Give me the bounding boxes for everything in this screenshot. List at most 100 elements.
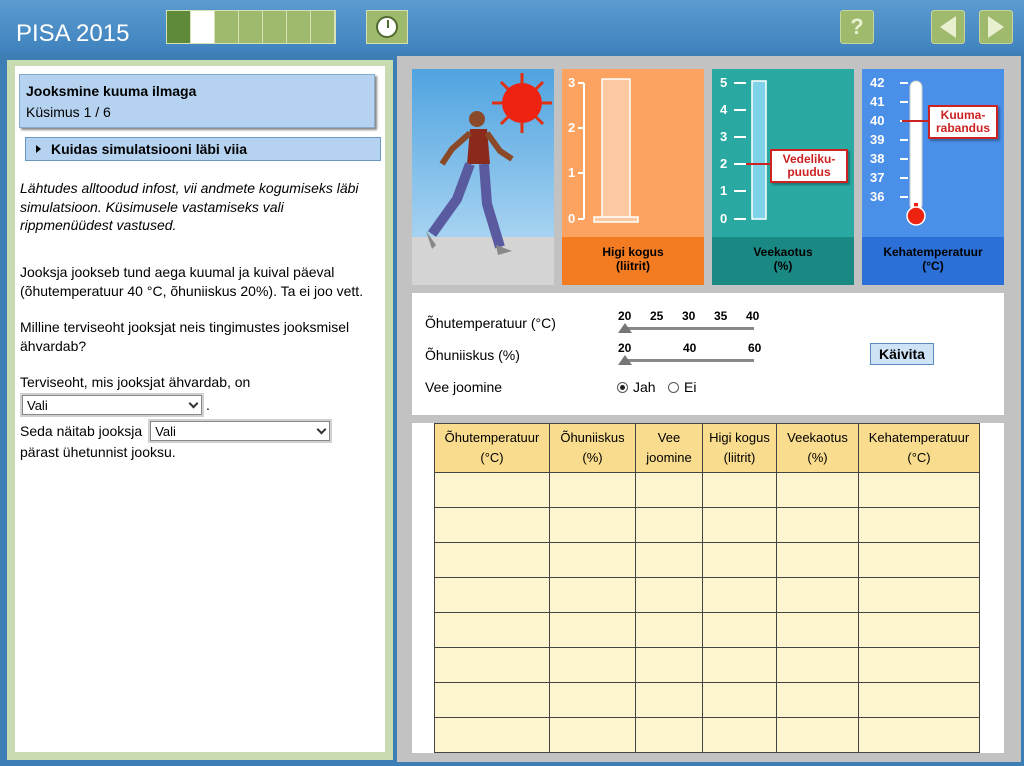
humidity-tick: 60: [748, 341, 762, 355]
timer-button[interactable]: [366, 10, 408, 44]
water-loss-label: Veekaotus (%): [712, 237, 854, 285]
air-temp-tick: 30: [682, 309, 696, 323]
sweat-label: Higi kogus (liitrit): [562, 237, 704, 285]
radio-empty-icon: [668, 381, 679, 393]
water-tick-0: 0: [720, 211, 728, 226]
air-temp-slider[interactable]: [624, 327, 754, 330]
runner-scene: [426, 73, 552, 255]
drinking-no-radio[interactable]: Ei: [668, 379, 696, 395]
table-cell: [635, 577, 703, 613]
progress-indicator: [166, 10, 336, 44]
table-cell: [702, 507, 777, 543]
water-loss-gauge: 5 4 3 2 1 0 Vedeliku- puudus Veekaotus (…: [712, 69, 854, 285]
table-cell: [434, 577, 550, 613]
table-cell: [858, 507, 980, 543]
table-cell: [549, 612, 636, 648]
progress-segment-2: [191, 11, 215, 43]
water-tick-2: 2: [720, 156, 728, 171]
table-cell: [702, 647, 777, 683]
humidity-tick: 40: [683, 341, 697, 355]
header-water-loss: Veekaotus (%): [776, 423, 859, 473]
water-tick-1: 1: [720, 183, 728, 198]
sweat-tick-3: 3: [568, 75, 576, 90]
drinking-yes-radio[interactable]: Jah: [617, 379, 656, 395]
body-temperature-label-line2: (°C): [922, 259, 944, 273]
air-temp-tick: 40: [746, 309, 760, 323]
question-prompt: Milline terviseoht jooksjat neis tingimu…: [20, 319, 350, 354]
table-cell: [776, 717, 859, 753]
air-temp-slider-thumb[interactable]: [618, 323, 632, 333]
run-button[interactable]: Käivita: [870, 343, 934, 365]
table-cell: [549, 577, 636, 613]
radio-selected-icon: [617, 381, 628, 393]
water-loss-label-line2: (%): [773, 259, 793, 273]
answer1-dropdown-value: Vali: [27, 397, 48, 413]
table-header-row: Õhutemperatuur (°C) Õhuniiskus (%) Vee joom…: [434, 423, 980, 473]
progress-segment-3: [215, 11, 239, 43]
answer2-row: Seda näitab jooksja Vali: [20, 419, 380, 443]
question-mark-icon: ?: [850, 14, 864, 39]
sweat-tick-2: 2: [568, 120, 576, 135]
water-tick-5: 5: [720, 75, 728, 90]
help-button[interactable]: ?: [840, 10, 874, 44]
answer1-label: Terviseoht, mis jooksjat ähvardab, on: [20, 374, 251, 390]
water-loss-label-line1: Veekaotus: [753, 245, 813, 259]
air-temp-tick: 25: [650, 309, 664, 323]
humidity-label: Õhuniiskus (%): [425, 347, 520, 363]
table-cell: [776, 472, 859, 508]
table-cell: [549, 507, 636, 543]
table-cell: [434, 507, 550, 543]
humidity-slider[interactable]: [624, 359, 754, 362]
chevron-down-icon: [316, 424, 327, 434]
drinking-no-label: Ei: [684, 379, 697, 395]
question-panel: Jooksmine kuuma ilmaga Küsimus 1 / 6 Kui…: [15, 66, 385, 752]
sweat-tick-1: 1: [568, 165, 576, 180]
table-cell: [858, 577, 980, 613]
table-cell: [434, 682, 550, 718]
table-cell: [776, 612, 859, 648]
how-to-toggle[interactable]: Kuidas simulatsiooni läbi viia: [25, 137, 381, 161]
progress-segment-6: [287, 11, 311, 43]
arrow-left-icon: [940, 16, 956, 38]
runner-illustration: [412, 69, 554, 285]
question-number: Küsimus 1 / 6: [26, 104, 111, 120]
next-button[interactable]: [979, 10, 1013, 44]
humidity-slider-thumb[interactable]: [618, 355, 632, 365]
table-cell: [702, 682, 777, 718]
table-cell: [549, 647, 636, 683]
table-cell: [549, 542, 636, 578]
answer2-label: Seda näitab jooksja: [20, 422, 143, 439]
scenario-text: Jooksja jookseb tund aega kuumal ja kuiv…: [20, 264, 364, 299]
body-tick-38: 38: [870, 151, 885, 166]
simulation-controls: Õhutemperatuur (°C) 20 25 30 35 40 Õhuni…: [412, 293, 1004, 415]
table-cell: [776, 507, 859, 543]
progress-segment-4: [239, 11, 263, 43]
table-cell: [635, 647, 703, 683]
sweat-label-line1: Higi kogus: [602, 245, 664, 259]
question-header: Jooksmine kuuma ilmaga Küsimus 1 / 6: [19, 74, 375, 128]
drinking-label: Vee joomine: [425, 379, 503, 395]
table-cell: [549, 682, 636, 718]
table-cell: [549, 472, 636, 508]
answer2-dropdown[interactable]: Vali: [150, 421, 331, 441]
table-cell: [858, 612, 980, 648]
table-cell: [858, 647, 980, 683]
body-tick-41: 41: [870, 94, 885, 109]
table-cell: [635, 612, 703, 648]
runner-figure: [426, 111, 514, 255]
body-temperature-label-line1: Kehatemperatuur: [883, 245, 983, 259]
humidity-tick: 20: [618, 341, 632, 355]
sun-icon: [492, 73, 552, 133]
answer1-dropdown[interactable]: Vali: [22, 395, 202, 415]
table-cell: [858, 682, 980, 718]
answer1-dropdown-frame: Vali: [20, 393, 204, 417]
table-cell: [776, 682, 859, 718]
table-cell: [702, 542, 777, 578]
table-cell: [858, 717, 980, 753]
previous-button[interactable]: [931, 10, 965, 44]
header-drinking: Vee joomine: [635, 423, 703, 473]
results-table: Õhutemperatuur (°C) Õhuniiskus (%) Vee joom…: [434, 423, 980, 753]
body-temperature-label: Kehatemperatuur (°C): [862, 237, 1004, 285]
table-row: [434, 472, 980, 508]
question-panel-frame: Jooksmine kuuma ilmaga Küsimus 1 / 6 Kui…: [7, 60, 393, 760]
